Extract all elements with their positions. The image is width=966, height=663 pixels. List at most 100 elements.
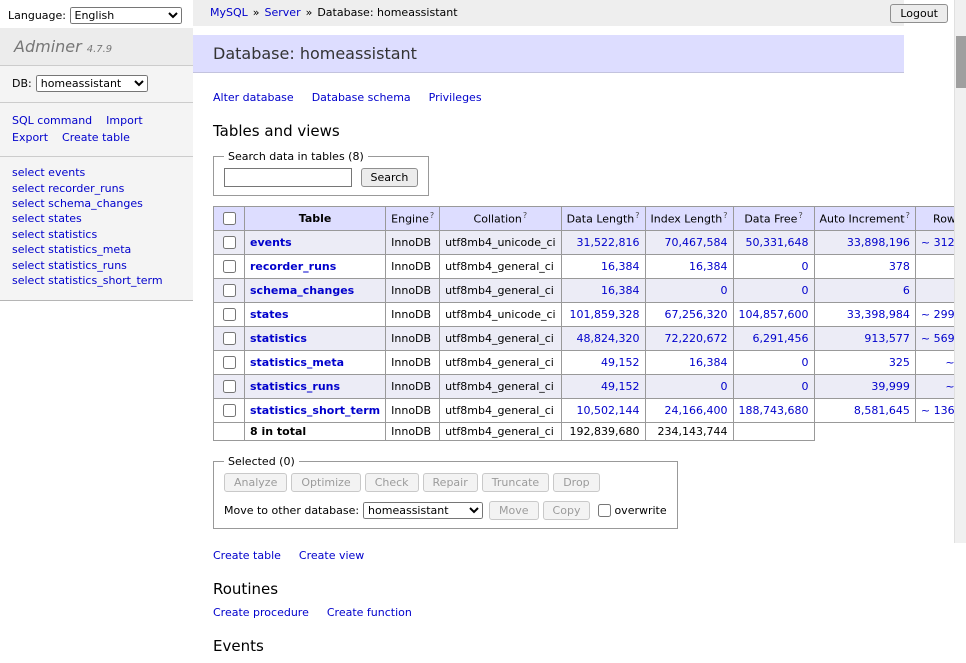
create-function-link[interactable]: Create function [327,606,412,619]
check-button[interactable]: Check [365,473,419,492]
index_length-link[interactable]: 16,384 [689,356,728,369]
create-procedure-link[interactable]: Create procedure [213,606,309,619]
sidebar-link-import[interactable]: Import [106,112,143,129]
data_length-link[interactable]: 16,384 [601,284,640,297]
name-link[interactable]: events [250,236,292,249]
data_free-link[interactable]: 50,331,648 [746,236,809,249]
sidebar-table-link[interactable]: select schema_changes [12,196,181,211]
search-button[interactable]: Search [361,168,419,187]
data_length-link[interactable]: 49,152 [601,356,640,369]
name-link[interactable]: statistics_meta [250,356,344,369]
cell-name: states [245,303,386,327]
sidebar-link-create-table[interactable]: Create table [62,129,130,146]
privileges-link[interactable]: Privileges [429,91,482,104]
sidebar-tables: select eventsselect recorder_runsselect … [0,157,193,301]
name-link[interactable]: statistics [250,332,307,345]
alter-database-link[interactable]: Alter database [213,91,294,104]
row-checkbox[interactable] [223,356,236,369]
row-checkbox[interactable] [223,308,236,321]
data_length-link[interactable]: 101,859,328 [570,308,640,321]
data_length-link[interactable]: 31,522,816 [577,236,640,249]
database-schema-link[interactable]: Database schema [312,91,411,104]
analyze-button[interactable]: Analyze [224,473,287,492]
help-link[interactable]: ? [523,211,527,220]
data_length-link[interactable]: 48,824,320 [577,332,640,345]
name-link[interactable]: schema_changes [250,284,354,297]
vertical-scrollbar[interactable] [954,0,966,543]
search-input[interactable] [224,168,352,187]
logout-button[interactable]: Logout [890,4,948,23]
row-checkbox[interactable] [223,332,236,345]
sidebar-table-link[interactable]: select statistics_meta [12,242,181,257]
name-link[interactable]: recorder_runs [250,260,336,273]
help-link[interactable]: ? [798,211,802,220]
data_length-link[interactable]: 16,384 [601,260,640,273]
breadcrumb-link-server[interactable]: Server [265,6,301,19]
sidebar-table-link[interactable]: select recorder_runs [12,181,181,196]
sidebar-table-link[interactable]: select events [12,165,181,180]
overwrite-checkbox[interactable] [598,504,611,517]
auto_increment-link[interactable]: 6 [903,284,910,297]
auto_increment-link[interactable]: 913,577 [864,332,910,345]
index_length-link[interactable]: 24,166,400 [665,404,728,417]
auto_increment-link[interactable]: 8,581,645 [854,404,910,417]
create-table-link[interactable]: Create table [213,549,281,562]
sidebar-table-link[interactable]: select statistics_runs [12,258,181,273]
copy-button[interactable]: Copy [543,501,591,520]
row-checkbox[interactable] [223,284,236,297]
auto_increment-link[interactable]: 33,898,196 [847,236,910,249]
name-link[interactable]: statistics_runs [250,380,340,393]
row-checkbox[interactable] [223,236,236,249]
help-link[interactable]: ? [723,211,727,220]
name-link[interactable]: statistics_short_term [250,404,380,417]
cell-index_length: 0 [645,375,733,399]
auto_increment-link[interactable]: 325 [889,356,910,369]
db-selector-block: DB:homeassistant [0,66,193,103]
data_free-link[interactable]: 188,743,680 [739,404,809,417]
index_length-link[interactable]: 72,220,672 [665,332,728,345]
cell-data_length: 101,859,328 [561,303,645,327]
data_free-link[interactable]: 6,291,456 [753,332,809,345]
sidebar-table-link[interactable]: select states [12,211,181,226]
row-checkbox[interactable] [223,260,236,273]
create-view-link[interactable]: Create view [299,549,364,562]
column-header-collation: Collation? [440,207,561,231]
index_length-link[interactable]: 67,256,320 [665,308,728,321]
help-link[interactable]: ? [635,211,639,220]
row-checkbox[interactable] [223,404,236,417]
sidebar-table-link[interactable]: select statistics [12,227,181,242]
data_free-link[interactable]: 0 [802,356,809,369]
data_free-link[interactable]: 0 [802,260,809,273]
truncate-button[interactable]: Truncate [482,473,549,492]
data_free-link[interactable]: 104,857,600 [739,308,809,321]
sidebar-link-sql-command[interactable]: SQL command [12,112,92,129]
scrollbar-thumb[interactable] [956,36,966,88]
db-select[interactable]: homeassistant [36,75,148,92]
data_length-link[interactable]: 10,502,144 [577,404,640,417]
sidebar-table-link[interactable]: select statistics_short_term [12,273,181,288]
optimize-button[interactable]: Optimize [291,473,360,492]
row-checkbox[interactable] [223,380,236,393]
data_length-link[interactable]: 49,152 [601,380,640,393]
repair-button[interactable]: Repair [423,473,478,492]
name-link[interactable]: states [250,308,289,321]
auto_increment-link[interactable]: 39,999 [871,380,910,393]
move-database-select[interactable]: homeassistant [363,502,483,519]
select-all-checkbox[interactable] [223,212,236,225]
index_length-link[interactable]: 0 [721,380,728,393]
index_length-link[interactable]: 16,384 [689,260,728,273]
move-button[interactable]: Move [489,501,539,520]
breadcrumb-link-mysql[interactable]: MySQL [210,6,248,19]
help-link[interactable]: ? [430,211,434,220]
auto_increment-link[interactable]: 378 [889,260,910,273]
drop-button[interactable]: Drop [553,473,599,492]
language-select[interactable]: English [70,7,182,24]
data_free-link[interactable]: 0 [802,284,809,297]
index_length-link[interactable]: 70,467,584 [665,236,728,249]
help-link[interactable]: ? [906,211,910,220]
cell-data_length: 49,152 [561,351,645,375]
auto_increment-link[interactable]: 33,398,984 [847,308,910,321]
sidebar-link-export[interactable]: Export [12,129,48,146]
index_length-link[interactable]: 0 [721,284,728,297]
data_free-link[interactable]: 0 [802,380,809,393]
